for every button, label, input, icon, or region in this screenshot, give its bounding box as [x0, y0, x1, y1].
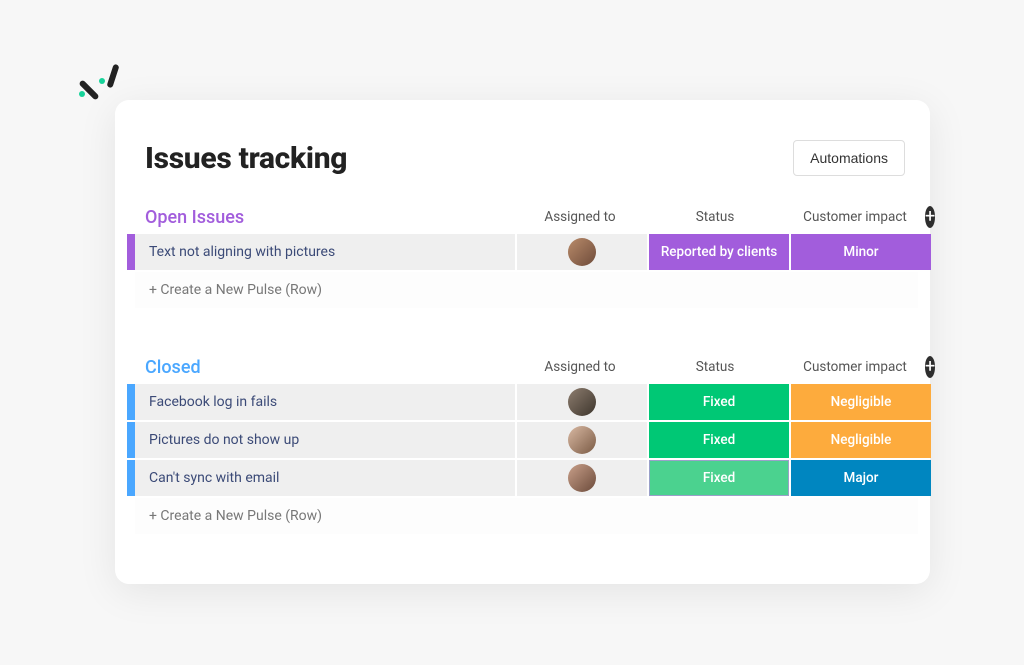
group-header-closed: Closed Assigned to Status Customer impac…	[115, 356, 930, 384]
table-row: Facebook log in fails Fixed Negligible	[127, 384, 918, 420]
impact-cell[interactable]: Major	[791, 460, 931, 496]
card-header: Issues tracking Automations	[115, 140, 930, 206]
row-color-bar	[127, 422, 135, 458]
group-open-issues: Open Issues Assigned to Status Customer …	[115, 206, 930, 328]
status-cell[interactable]: Reported by clients	[649, 234, 789, 270]
assigned-cell[interactable]	[517, 460, 647, 496]
avatar	[568, 388, 596, 416]
row-name-cell[interactable]: Facebook log in fails	[135, 384, 515, 420]
new-pulse-row[interactable]: + Create a New Pulse (Row)	[127, 498, 918, 534]
impact-cell[interactable]: Minor	[791, 234, 931, 270]
row-color-bar	[127, 384, 135, 420]
column-header-assigned: Assigned to	[515, 359, 645, 375]
table-row: Text not aligning with pictures Reported…	[127, 234, 918, 270]
row-color-bar	[127, 460, 135, 496]
new-pulse-row[interactable]: + Create a New Pulse (Row)	[127, 272, 918, 308]
table-row: Can't sync with email Fixed Major	[127, 460, 918, 496]
row-color-bar	[127, 272, 135, 308]
automations-button[interactable]: Automations	[793, 140, 905, 176]
assigned-cell[interactable]	[517, 422, 647, 458]
new-pulse-label[interactable]: + Create a New Pulse (Row)	[135, 272, 918, 308]
table-row: Pictures do not show up Fixed Negligible	[127, 422, 918, 458]
row-name-cell[interactable]: Text not aligning with pictures	[135, 234, 515, 270]
avatar	[568, 464, 596, 492]
column-header-status: Status	[645, 209, 785, 225]
column-header-impact: Customer impact	[785, 209, 925, 225]
new-pulse-label[interactable]: + Create a New Pulse (Row)	[135, 498, 918, 534]
assigned-cell[interactable]	[517, 234, 647, 270]
row-name-cell[interactable]: Can't sync with email	[135, 460, 515, 496]
row-color-bar	[127, 234, 135, 270]
column-header-impact: Customer impact	[785, 359, 925, 375]
row-color-bar	[127, 498, 135, 534]
column-header-assigned: Assigned to	[515, 209, 645, 225]
impact-cell[interactable]: Negligible	[791, 384, 931, 420]
add-column-button[interactable]: +	[925, 206, 935, 228]
status-cell[interactable]: Fixed	[649, 384, 789, 420]
avatar	[568, 426, 596, 454]
status-cell[interactable]: Fixed	[649, 422, 789, 458]
assigned-cell[interactable]	[517, 384, 647, 420]
add-column-button[interactable]: +	[925, 356, 935, 378]
group-header-open: Open Issues Assigned to Status Customer …	[115, 206, 930, 234]
group-closed: Closed Assigned to Status Customer impac…	[115, 356, 930, 554]
page-title: Issues tracking	[145, 141, 347, 176]
impact-cell[interactable]: Negligible	[791, 422, 931, 458]
row-name-cell[interactable]: Pictures do not show up	[135, 422, 515, 458]
group-title-closed[interactable]: Closed	[145, 357, 515, 378]
avatar	[568, 238, 596, 266]
board-card: Issues tracking Automations Open Issues …	[115, 100, 930, 584]
column-header-status: Status	[645, 359, 785, 375]
group-title-open[interactable]: Open Issues	[145, 207, 515, 228]
status-cell[interactable]: Fixed	[649, 460, 789, 496]
